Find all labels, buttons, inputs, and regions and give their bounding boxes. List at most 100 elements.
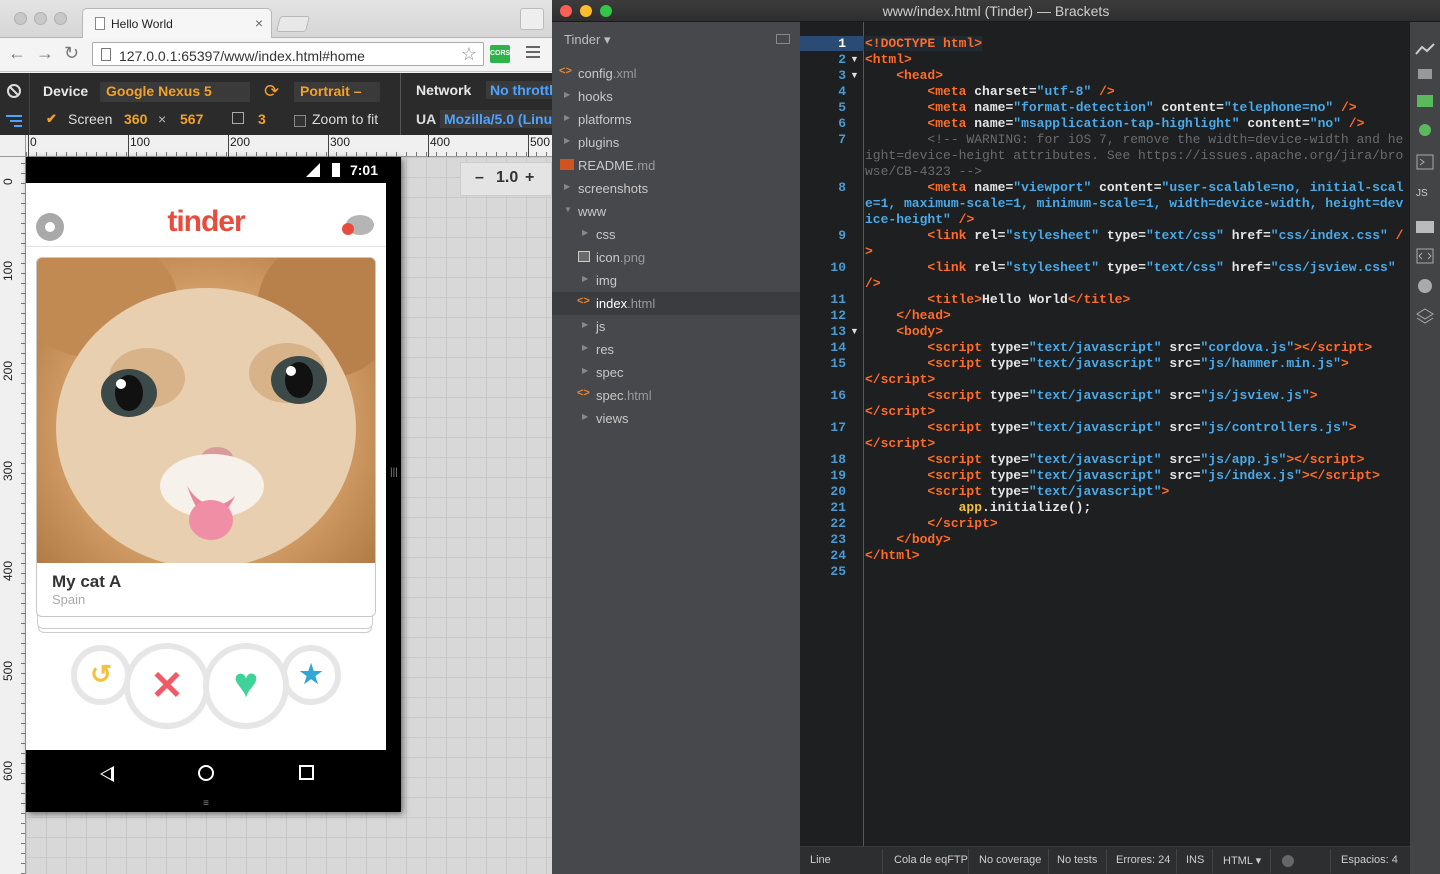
new-tab-button[interactable]: [275, 16, 311, 32]
file-tree-item[interactable]: ▶ platforms: [552, 108, 800, 131]
live-preview-icon[interactable]: [1415, 42, 1435, 58]
home-icon[interactable]: [198, 765, 214, 781]
code-content[interactable]: <!DOCTYPE html> <html> <head> <meta char…: [865, 36, 1405, 564]
js-icon[interactable]: JS: [1415, 184, 1435, 200]
chevron-right-icon[interactable]: ▶: [582, 412, 588, 421]
resize-handle-icon[interactable]: ≡: [196, 798, 216, 810]
network-select[interactable]: No throttl: [486, 81, 552, 99]
file-tree-item[interactable]: <> spec.html: [552, 384, 800, 407]
screen-width-input[interactable]: 360: [124, 111, 147, 127]
nope-button[interactable]: ✕: [124, 643, 210, 729]
ftp-queue-status[interactable]: Cola de eqFTP: [894, 854, 968, 866]
back-arrow-icon[interactable]: ←: [8, 43, 26, 64]
zoom-window-button[interactable]: [54, 12, 67, 25]
close-window-button[interactable]: [14, 12, 27, 25]
chevron-down-icon[interactable]: ▼: [564, 205, 572, 214]
resize-handle-icon[interactable]: |||: [390, 467, 398, 483]
insert-mode-toggle[interactable]: INS: [1186, 854, 1204, 866]
split-view-icon[interactable]: [776, 34, 790, 44]
tests-status[interactable]: No tests: [1057, 854, 1097, 866]
file-tree-item[interactable]: <> config.xml: [552, 62, 800, 85]
file-tree-item[interactable]: ▼ www: [552, 200, 800, 223]
layers-icon[interactable]: [1415, 308, 1435, 324]
chevron-right-icon[interactable]: ▶: [564, 182, 570, 191]
file-tree-item[interactable]: ▶ res: [552, 338, 800, 361]
ruler-label: 0: [30, 135, 37, 149]
back-icon[interactable]: [100, 766, 114, 782]
superlike-button[interactable]: ★: [281, 645, 341, 705]
undo-button[interactable]: ↺: [71, 645, 131, 705]
profile-icon[interactable]: [520, 8, 544, 30]
minimize-window-button[interactable]: [34, 12, 47, 25]
ruler-label: 400: [1, 560, 15, 581]
chevron-right-icon[interactable]: ▶: [582, 366, 588, 375]
chevron-right-icon[interactable]: ▶: [582, 320, 588, 329]
rotate-icon[interactable]: ⟳: [264, 81, 279, 102]
bookmark-star-icon[interactable]: ☆: [461, 44, 477, 65]
ftp-icon[interactable]: [1415, 92, 1435, 108]
zoom-out-button[interactable]: –: [475, 169, 484, 187]
file-tree-item[interactable]: ▶ views: [552, 407, 800, 430]
file-tree-item[interactable]: icon.png: [552, 246, 800, 269]
file-tree-item[interactable]: README.md: [552, 154, 800, 177]
file-tree-item[interactable]: <> index.html: [552, 292, 800, 315]
ruler-label: 600: [1, 760, 15, 781]
fold-toggle-icon[interactable]: ▼: [850, 326, 859, 336]
ruler-label: 400: [430, 135, 451, 149]
chevron-right-icon[interactable]: ▶: [582, 228, 588, 237]
line-number: 16: [830, 388, 846, 403]
file-tree-item[interactable]: ▶ js: [552, 315, 800, 338]
indent-select[interactable]: Espacios: 4: [1341, 854, 1398, 866]
line-number: 4: [838, 84, 846, 99]
dpr-input[interactable]: 3: [258, 111, 266, 127]
chevron-right-icon[interactable]: ▶: [564, 136, 570, 145]
file-tree-item[interactable]: ▶ screenshots: [552, 177, 800, 200]
brackets-window: www/index.html (Tinder) — Brackets Tinde…: [552, 0, 1440, 874]
reload-icon[interactable]: ↻: [64, 43, 79, 64]
extension-manager-icon[interactable]: [1415, 66, 1435, 82]
screen-checkbox[interactable]: ✔: [46, 111, 57, 127]
like-button[interactable]: ♥: [203, 643, 289, 729]
language-select[interactable]: HTML ▾: [1223, 854, 1261, 867]
orientation-select[interactable]: Portrait –: [294, 82, 380, 102]
project-dropdown[interactable]: Tinder ▾: [564, 32, 611, 48]
file-tree-item[interactable]: ▶ spec: [552, 361, 800, 384]
chevron-right-icon[interactable]: ▶: [564, 90, 570, 99]
user-agent-input[interactable]: Mozilla/5.0 (Linu: [440, 110, 552, 128]
tests-icon[interactable]: [1415, 122, 1435, 138]
forward-arrow-icon[interactable]: →: [36, 43, 54, 64]
chevron-right-icon[interactable]: ▶: [564, 113, 570, 122]
browser-tab[interactable]: Hello World ×: [82, 8, 272, 38]
fold-toggle-icon[interactable]: ▼: [850, 54, 859, 64]
linter-status-icon[interactable]: [1282, 855, 1294, 867]
chevron-right-icon[interactable]: ▶: [582, 343, 588, 352]
zoom-in-button[interactable]: +: [525, 169, 534, 187]
code-editor[interactable]: 1 2 ▼ 3 ▼ 4 5 6 7 8 9 10 11 12 13 ▼ 14 15 16 17 18 19 20 21 22 23…: [800, 22, 1410, 846]
line-number: 21: [830, 500, 846, 515]
editor-status-bar: Line Cola de eqFTP No coverage No tests …: [800, 846, 1410, 874]
recents-icon[interactable]: [299, 765, 314, 780]
github-icon[interactable]: [1415, 278, 1435, 294]
chevron-right-icon[interactable]: ▶: [582, 274, 588, 283]
screen-height-input[interactable]: 567: [180, 111, 203, 127]
menu-icon[interactable]: [526, 46, 540, 60]
tab-close-icon[interactable]: ×: [255, 15, 263, 31]
file-tree-item[interactable]: ▶ img: [552, 269, 800, 292]
file-tree-item[interactable]: ▶ css: [552, 223, 800, 246]
coverage-status[interactable]: No coverage: [979, 854, 1041, 866]
fold-toggle-icon[interactable]: ▼: [850, 70, 859, 80]
code-icon[interactable]: [1415, 248, 1435, 264]
address-bar[interactable]: 127.0.0.1:65397/www/index.html#home ☆: [92, 42, 484, 66]
media-query-icon[interactable]: [6, 113, 22, 127]
file-tree-item[interactable]: ▶ plugins: [552, 131, 800, 154]
folder-icon[interactable]: [1415, 218, 1435, 234]
file-tree-item[interactable]: ▶ hooks: [552, 85, 800, 108]
chat-icon[interactable]: [342, 215, 376, 239]
device-select[interactable]: Google Nexus 5: [100, 82, 250, 102]
errors-status[interactable]: Errores: 24: [1116, 854, 1170, 866]
zoom-to-fit-checkbox[interactable]: [294, 115, 306, 127]
profile-card[interactable]: My cat A Spain: [36, 257, 376, 617]
cors-extension-icon[interactable]: CORS: [490, 45, 510, 63]
terminal-icon[interactable]: [1415, 154, 1435, 170]
file-extension: .png: [619, 250, 646, 265]
